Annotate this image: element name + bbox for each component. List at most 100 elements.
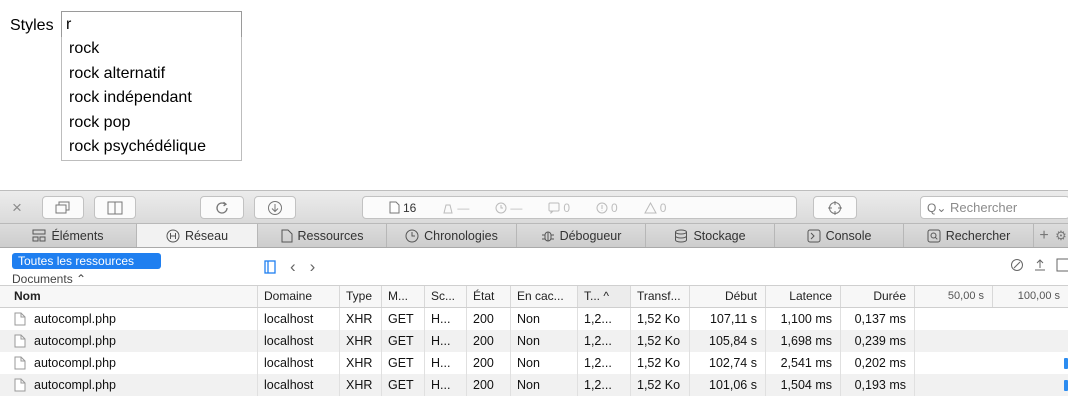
- column-transferred[interactable]: Transf...: [631, 286, 690, 307]
- column-type[interactable]: Type: [340, 286, 382, 307]
- tab-search[interactable]: Rechercher: [904, 224, 1034, 247]
- bug-icon: [541, 231, 554, 241]
- resources-indicator[interactable]: 16: [389, 201, 416, 215]
- tab-storage[interactable]: Stockage: [646, 224, 775, 247]
- table-row[interactable]: autocompl.php localhost XHR GET H... 200 Non 1,…: [0, 330, 1068, 352]
- elements-icon: [32, 229, 46, 242]
- tab-elements[interactable]: Éléments: [0, 224, 137, 247]
- tab-network[interactable]: Réseau: [137, 224, 258, 247]
- cell-start: 107,11 s: [690, 308, 766, 330]
- forward-arrow-icon[interactable]: ›: [310, 257, 316, 277]
- download-button[interactable]: [254, 196, 296, 219]
- cell-status: 200: [467, 374, 511, 396]
- styles-input[interactable]: [61, 11, 242, 38]
- close-icon[interactable]: ×: [12, 198, 22, 218]
- cell-latency: 2,541 ms: [766, 352, 841, 374]
- waterfall-cell: [915, 374, 1068, 396]
- column-scheme[interactable]: Sc...: [425, 286, 467, 307]
- tab-console[interactable]: Console: [775, 224, 904, 247]
- inspect-element-button[interactable]: [813, 196, 857, 219]
- weight-icon: [443, 204, 453, 213]
- table-row[interactable]: autocompl.php localhost XHR GET H... 200 Non 1,…: [0, 374, 1068, 396]
- network-actions: [1010, 258, 1068, 272]
- file-icon: [14, 356, 26, 370]
- panel-icon[interactable]: [1056, 258, 1068, 272]
- search-field[interactable]: Q⌄ Rechercher: [920, 196, 1068, 219]
- filter-all-resources[interactable]: Toutes les ressources: [12, 253, 161, 269]
- cell-domain: localhost: [258, 352, 340, 374]
- tab-debugger[interactable]: Débogueur: [517, 224, 646, 247]
- cell-scheme: H...: [425, 374, 467, 396]
- file-icon: [14, 334, 26, 348]
- cell-scheme: H...: [425, 330, 467, 352]
- clock-icon: [405, 229, 419, 242]
- column-status[interactable]: État: [467, 286, 511, 307]
- column-duration[interactable]: Durée: [841, 286, 915, 307]
- cell-duration: 0,202 ms: [841, 352, 915, 374]
- cell-transferred: 1,52 Ko: [631, 308, 690, 330]
- waterfall-tick-100: 100,00 s: [1017, 290, 1060, 302]
- table-row[interactable]: autocompl.php localhost XHR GET H... 200 Non 1,…: [0, 352, 1068, 374]
- autocomplete-suggestions: rock rock alternatif rock indépendant ro…: [61, 37, 242, 161]
- errors-indicator[interactable]: 0: [596, 201, 618, 215]
- search-icon: [927, 229, 941, 242]
- column-start[interactable]: Début: [690, 286, 766, 307]
- suggestion-item[interactable]: rock alternatif: [62, 62, 241, 87]
- file-icon: [14, 378, 26, 392]
- suggestion-item[interactable]: rock indépendant: [62, 86, 241, 111]
- cell-name: autocompl.php: [30, 374, 258, 396]
- database-icon: [675, 229, 688, 243]
- web-inspector: × 16 — — 0 0 0 Q⌄ Rechercher Éléments Ré…: [0, 190, 1068, 403]
- waterfall-bar: [1064, 380, 1068, 391]
- suggestion-item[interactable]: rock psychédélique: [62, 135, 241, 160]
- cell-type: XHR: [340, 308, 382, 330]
- waterfall-cell: [915, 308, 1068, 330]
- cell-type: XHR: [340, 352, 382, 374]
- plus-icon: +: [1039, 226, 1049, 244]
- column-size-sorted[interactable]: T... ^: [578, 286, 631, 307]
- styles-label: Styles: [10, 17, 54, 34]
- filter-documents[interactable]: Documents ⌃: [12, 272, 86, 286]
- column-method[interactable]: M...: [382, 286, 425, 307]
- load-indicator[interactable]: —: [442, 201, 469, 215]
- column-domain[interactable]: Domaine: [258, 286, 340, 307]
- search-placeholder: Rechercher: [950, 200, 1018, 215]
- cell-status: 200: [467, 330, 511, 352]
- column-name[interactable]: Nom: [10, 286, 258, 307]
- cell-duration: 0,193 ms: [841, 374, 915, 396]
- waterfall-bar: [1064, 358, 1068, 369]
- warning-icon: [643, 201, 657, 213]
- download-icon: [268, 200, 282, 215]
- cell-size: 1,2...: [578, 330, 631, 352]
- message-icon: [548, 202, 560, 214]
- cell-method: GET: [382, 352, 425, 374]
- sidebar-toggle-icon[interactable]: [264, 260, 276, 274]
- cell-latency: 1,504 ms: [766, 374, 841, 396]
- cell-cached: Non: [511, 308, 578, 330]
- column-latency[interactable]: Latence: [766, 286, 841, 307]
- reload-button[interactable]: [200, 196, 244, 219]
- cell-duration: 0,239 ms: [841, 330, 915, 352]
- add-tab-button[interactable]: +: [1034, 224, 1054, 247]
- suggestion-item[interactable]: rock: [62, 37, 241, 62]
- cell-size: 1,2...: [578, 308, 631, 330]
- tab-resources[interactable]: Ressources: [258, 224, 387, 247]
- tab-timelines[interactable]: Chronologies: [387, 224, 517, 247]
- logs-indicator[interactable]: 0: [548, 201, 570, 215]
- reload-icon: [216, 201, 228, 214]
- time-indicator[interactable]: —: [495, 201, 522, 215]
- dock-side-button[interactable]: [94, 196, 136, 219]
- warnings-indicator[interactable]: 0: [643, 201, 666, 215]
- waterfall-cell: [915, 330, 1068, 352]
- column-cached[interactable]: En cac...: [511, 286, 578, 307]
- dock-window-button[interactable]: [42, 196, 84, 219]
- export-icon[interactable]: [1033, 258, 1047, 272]
- table-row[interactable]: autocompl.php localhost XHR GET H... 200 Non 1,…: [0, 308, 1068, 330]
- settings-button[interactable]: ⚙: [1054, 224, 1068, 247]
- clear-log-icon[interactable]: [1010, 258, 1024, 272]
- suggestion-item[interactable]: rock pop: [62, 111, 241, 136]
- cell-size: 1,2...: [578, 374, 631, 396]
- cell-method: GET: [382, 330, 425, 352]
- back-arrow-icon[interactable]: ‹: [290, 257, 296, 277]
- undock-icon: [55, 201, 70, 213]
